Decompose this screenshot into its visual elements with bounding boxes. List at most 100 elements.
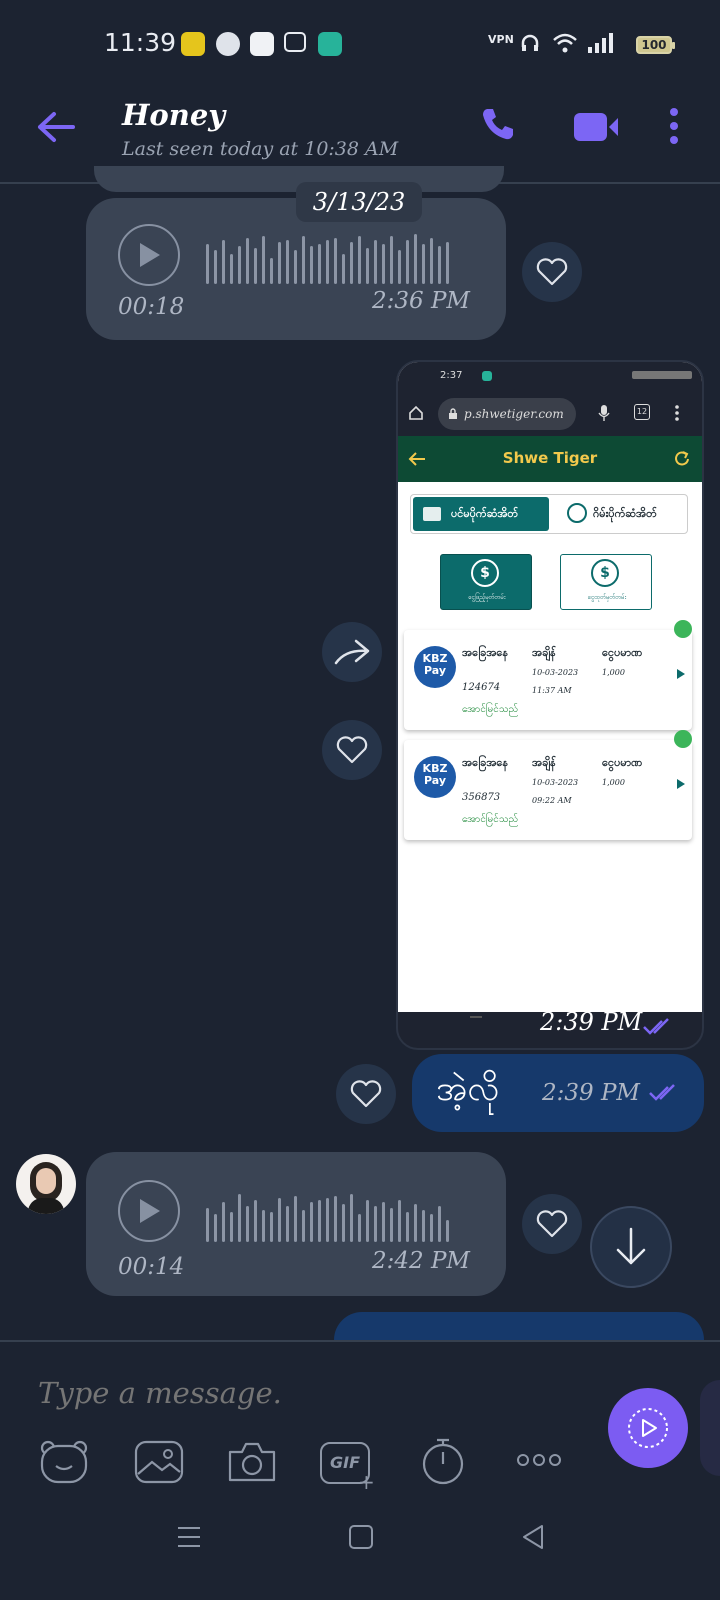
tab-count: 12 (634, 404, 650, 420)
like-button[interactable] (336, 1064, 396, 1124)
screenshot-image: 2:37 p.shwetiger.com 12 Shwe Tiger ပင်မပ… (398, 362, 702, 1012)
transaction-card: KBZ Pay အခြေအနေ အချိန် ငွေပမာဏ 356873 10-… (404, 740, 692, 840)
app-notification-icon (250, 32, 274, 56)
chevron-right-icon (677, 669, 685, 679)
headphones-icon (521, 34, 539, 51)
mini-nav-icon (470, 1016, 482, 1018)
read-receipt-icon (649, 1084, 675, 1101)
contact-name[interactable]: Honey (122, 98, 225, 132)
last-seen-status: Last seen today at 10:38 AM (122, 138, 399, 160)
browser-toolbar: p.shwetiger.com 12 (398, 390, 702, 436)
withdraw-icon: $ (591, 559, 619, 587)
message-time: 2:39 PM (540, 1008, 643, 1036)
coin-icon (567, 503, 587, 523)
sticker-icon[interactable] (38, 1438, 90, 1484)
heart-icon (350, 1080, 382, 1108)
messenger-icon (482, 371, 492, 381)
next-message-bubble-partial (334, 1312, 704, 1340)
gallery-icon[interactable] (134, 1440, 184, 1484)
timer-icon[interactable] (420, 1436, 466, 1486)
tab-label: ဂိမ်းပိုက်ဆံအိတ် (593, 507, 657, 520)
forward-button[interactable] (322, 622, 382, 682)
like-button[interactable] (522, 242, 582, 302)
battery-icon: 100 (636, 36, 675, 54)
waveform[interactable] (206, 234, 449, 284)
home-button-icon[interactable] (348, 1524, 374, 1550)
recent-apps-icon[interactable] (176, 1524, 202, 1550)
edge-panel-handle[interactable] (700, 1380, 720, 1476)
mini-status-icons (632, 371, 692, 379)
scroll-to-bottom-button[interactable] (590, 1206, 672, 1288)
heart-icon (336, 736, 368, 764)
heart-icon (536, 258, 568, 286)
wallet-icon (423, 507, 441, 521)
success-check-icon (674, 730, 692, 748)
deposit-history-button: $ ငွေဖြည့်မှတ်တမ်း (440, 554, 532, 610)
deposit-label: ငွေဖြည့်မှတ်တမ်း (468, 594, 506, 601)
message-time: 2:42 PM (372, 1248, 470, 1274)
message-time: 2:36 PM (372, 288, 470, 314)
back-button-icon[interactable] (520, 1524, 546, 1550)
play-button[interactable] (118, 1180, 180, 1242)
more-icon[interactable] (516, 1452, 562, 1468)
date-separator: 3/13/23 (296, 182, 422, 222)
transaction-amount: 1,000 (602, 668, 625, 677)
like-button[interactable] (322, 720, 382, 780)
transaction-date: 10-03-2023 (532, 668, 579, 677)
video-call-icon[interactable] (572, 110, 620, 144)
app-notification-icon (181, 32, 205, 56)
waveform[interactable] (206, 1192, 449, 1242)
transaction-status: အောင်မြင်သည် (462, 814, 519, 825)
status-bar: 11:39 VPN 100 (0, 0, 720, 88)
transaction-time: 09:22 AM (532, 796, 572, 805)
tv-icon (284, 32, 306, 52)
voice-record-button[interactable] (608, 1388, 688, 1468)
record-icon (628, 1408, 668, 1448)
app-title: Shwe Tiger (502, 449, 598, 467)
lock-icon (449, 408, 457, 419)
deposit-icon: $ (471, 559, 499, 587)
wifi-icon (553, 33, 577, 53)
play-button[interactable] (118, 224, 180, 286)
refresh-icon (675, 451, 689, 466)
voice-call-icon[interactable] (480, 106, 516, 142)
more-options-icon[interactable] (668, 106, 680, 146)
status-header: အခြေအနေ (462, 756, 509, 769)
transaction-date: 10-03-2023 (532, 778, 579, 787)
messenger-icon (318, 32, 342, 56)
kbzpay-logo: KBZ Pay (414, 646, 456, 688)
play-icon (140, 1199, 160, 1223)
image-message[interactable]: 2:37 p.shwetiger.com 12 Shwe Tiger ပင်မပ… (396, 360, 704, 1050)
voice-message-bubble[interactable]: 00:14 2:42 PM (86, 1152, 506, 1296)
transaction-time: 11:37 AM (532, 686, 572, 695)
share-arrow-icon (334, 639, 370, 665)
heart-icon (536, 1210, 568, 1238)
back-arrow-icon[interactable] (36, 110, 76, 144)
status-header: အခြေအနေ (462, 646, 509, 659)
more-options-icon (675, 405, 679, 421)
read-receipt-icon (643, 1018, 669, 1035)
vpn-icon: VPN (488, 33, 514, 46)
system-nav-bar (0, 1490, 720, 1600)
success-check-icon (674, 620, 692, 638)
transaction-amount: 1,000 (602, 778, 625, 787)
status-time: 11:39 (104, 28, 177, 57)
text-message-bubble[interactable]: အဲ့လို 2:39 PM (412, 1054, 704, 1132)
mini-status-time: 2:37 (440, 370, 463, 381)
avatar-face (36, 1168, 56, 1194)
withdraw-label: ငွေထုတ်မှတ်တမ်း (587, 594, 627, 601)
arrow-down-icon (616, 1227, 646, 1265)
transaction-id: 356873 (462, 792, 501, 803)
voice-message-bubble[interactable]: 00:18 2:36 PM (86, 198, 506, 340)
like-button[interactable] (522, 1194, 582, 1254)
avatar[interactable] (16, 1154, 76, 1214)
mini-status-bar: 2:37 (398, 362, 702, 390)
signal-icon (588, 33, 613, 53)
message-input[interactable] (38, 1368, 578, 1418)
avatar-body (28, 1198, 64, 1214)
home-icon (409, 405, 423, 420)
transaction-status: အောင်မြင်သည် (462, 704, 519, 715)
chevron-right-icon (677, 779, 685, 789)
app-header: Shwe Tiger (398, 436, 702, 482)
camera-icon[interactable] (226, 1438, 278, 1484)
